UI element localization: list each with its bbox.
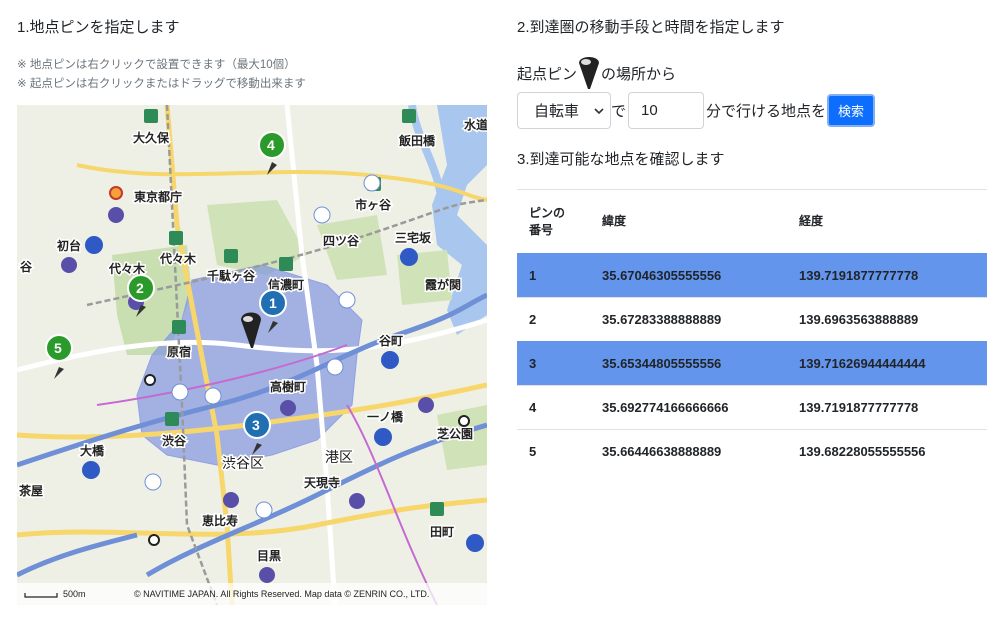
minutes-value: 10 — [641, 102, 658, 119]
label-tengenji: 天現寺 — [304, 475, 340, 490]
label-tocho: 東京都庁 — [134, 189, 182, 204]
row-pin-number: 1 — [517, 253, 590, 298]
pin-2-label: 2 — [136, 280, 144, 296]
minutes-suffix: 分で行ける地点を — [706, 103, 827, 120]
label-minato-ku: 港区 — [325, 449, 353, 465]
label-yotsuya: 四ツ谷 — [323, 233, 360, 248]
row-longitude: 139.6963563888889 — [787, 297, 987, 342]
row-latitude: 35.67283388888889 — [590, 297, 787, 342]
label-okubo: 大久保 — [133, 130, 170, 145]
label-iidabashi: 飯田橋 — [398, 133, 436, 148]
table-row: 2 35.67283388888889 139.6963563888889 — [517, 297, 987, 342]
label-ebisu: 恵比寿 — [202, 513, 238, 528]
label-suido: 水道 — [464, 117, 487, 132]
header-pin-number: ピンの 番号 — [517, 189, 590, 254]
transport-mode-select[interactable]: 自転車 — [517, 92, 611, 129]
table-header-row: ピンの 番号 緯度 経度 — [517, 189, 987, 254]
note-right-click: ※ 地点ピンは右クリックで設置できます（最大10個） — [17, 59, 296, 71]
label-kasumigaseki: 霞が関 — [425, 277, 461, 292]
label-yoyogi: 代々木 — [159, 251, 197, 266]
map-canvas[interactable]: 大久保 飯田橋 水道 東京都庁 市ヶ谷 初台 代々木 四ツ谷 三宅坂 千駄ヶ谷 … — [17, 105, 487, 605]
row-longitude: 139.7191877777778 — [787, 385, 987, 430]
row-longitude: 139.68228055555556 — [787, 429, 987, 474]
header-latitude: 緯度 — [590, 189, 787, 254]
table-row: 1 35.67046305555556 139.7191877777778 — [517, 253, 987, 298]
label-ohashi: 大橋 — [80, 443, 105, 458]
section1-title: 1.地点ピンを指定します — [17, 19, 180, 36]
row-latitude: 35.692774166666666 — [590, 385, 787, 430]
section3-title: 3.到達可能な地点を確認します — [517, 151, 725, 168]
origin-suffix: の場所から — [601, 65, 677, 83]
row-latitude: 35.67046305555556 — [590, 253, 787, 298]
label-sendagaya: 千駄ヶ谷 — [207, 268, 256, 283]
label-ichinohashi: 一ノ橋 — [367, 409, 404, 424]
row-latitude: 35.65344805555556 — [590, 341, 787, 386]
label-takagicho: 高樹町 — [270, 379, 306, 394]
minutes-input[interactable]: 10 — [628, 92, 705, 129]
label-shibuya-ku: 渋谷区 — [222, 455, 264, 471]
results-table: ピンの 番号 緯度 経度 1 35.67046305555556 139.7191… — [517, 189, 987, 474]
search-button[interactable]: 検索 — [827, 94, 876, 127]
label-harajuku: 原宿 — [167, 344, 191, 359]
origin-row: 起点ピン の場所から — [517, 55, 676, 91]
note-drag: ※ 起点ピンは右クリックまたはドラッグで移動出来ます — [17, 78, 306, 90]
header-longitude: 経度 — [787, 189, 987, 254]
particle-de: で — [611, 103, 627, 120]
table-row: 5 35.66446638888889 139.68228055555556 — [517, 429, 987, 474]
label-yoyogi-2: 代々木 — [108, 261, 146, 276]
row-pin-number: 5 — [517, 429, 590, 474]
search-form: 自転車 で 10 分で行ける地点を 検索 — [517, 92, 876, 129]
scale-label: 500m — [63, 589, 86, 599]
row-longitude: 139.71626944444444 — [787, 341, 987, 386]
pin-1-label: 1 — [269, 295, 277, 311]
row-pin-number: 4 — [517, 385, 590, 430]
label-shibakoen: 芝公園 — [437, 426, 473, 441]
chevron-down-icon — [594, 107, 604, 114]
row-longitude: 139.7191877777778 — [787, 253, 987, 298]
origin-prefix: 起点ピン — [517, 65, 578, 83]
label-miyakezaka: 三宅坂 — [395, 230, 432, 245]
label-chaya: 茶屋 — [18, 483, 43, 498]
row-pin-number: 3 — [517, 341, 590, 386]
map[interactable]: 大久保 飯田橋 水道 東京都庁 市ヶ谷 初台 代々木 四ツ谷 三宅坂 千駄ヶ谷 … — [17, 105, 487, 605]
label-meguro: 目黒 — [257, 549, 281, 563]
table-row: 3 35.65344805555556 139.71626944444444 — [517, 341, 987, 386]
label-hatsudai: 初台 — [57, 238, 81, 253]
tocho-landmark-icon — [109, 186, 123, 200]
table-row: 4 35.692774166666666 139.7191877777778 — [517, 385, 987, 430]
section2-title: 2.到達圏の移動手段と時間を指定します — [517, 19, 785, 36]
label-tamachi: 田町 — [430, 525, 454, 539]
row-pin-number: 2 — [517, 297, 590, 342]
origin-pin-icon — [579, 57, 600, 89]
label-ichigaya: 市ヶ谷 — [355, 197, 392, 212]
label-tanimachi: 谷町 — [379, 333, 403, 348]
map-copyright: © NAVITIME JAPAN. All Rights Reserved. M… — [134, 589, 429, 599]
pin-3-label: 3 — [252, 417, 260, 433]
label-ya: 谷 — [20, 259, 33, 274]
pin-4-label: 4 — [267, 137, 275, 153]
row-latitude: 35.66446638888889 — [590, 429, 787, 474]
transport-mode-value: 自転車 — [534, 103, 580, 120]
label-shibuya: 渋谷 — [162, 433, 187, 448]
pin-5-label: 5 — [54, 340, 62, 356]
